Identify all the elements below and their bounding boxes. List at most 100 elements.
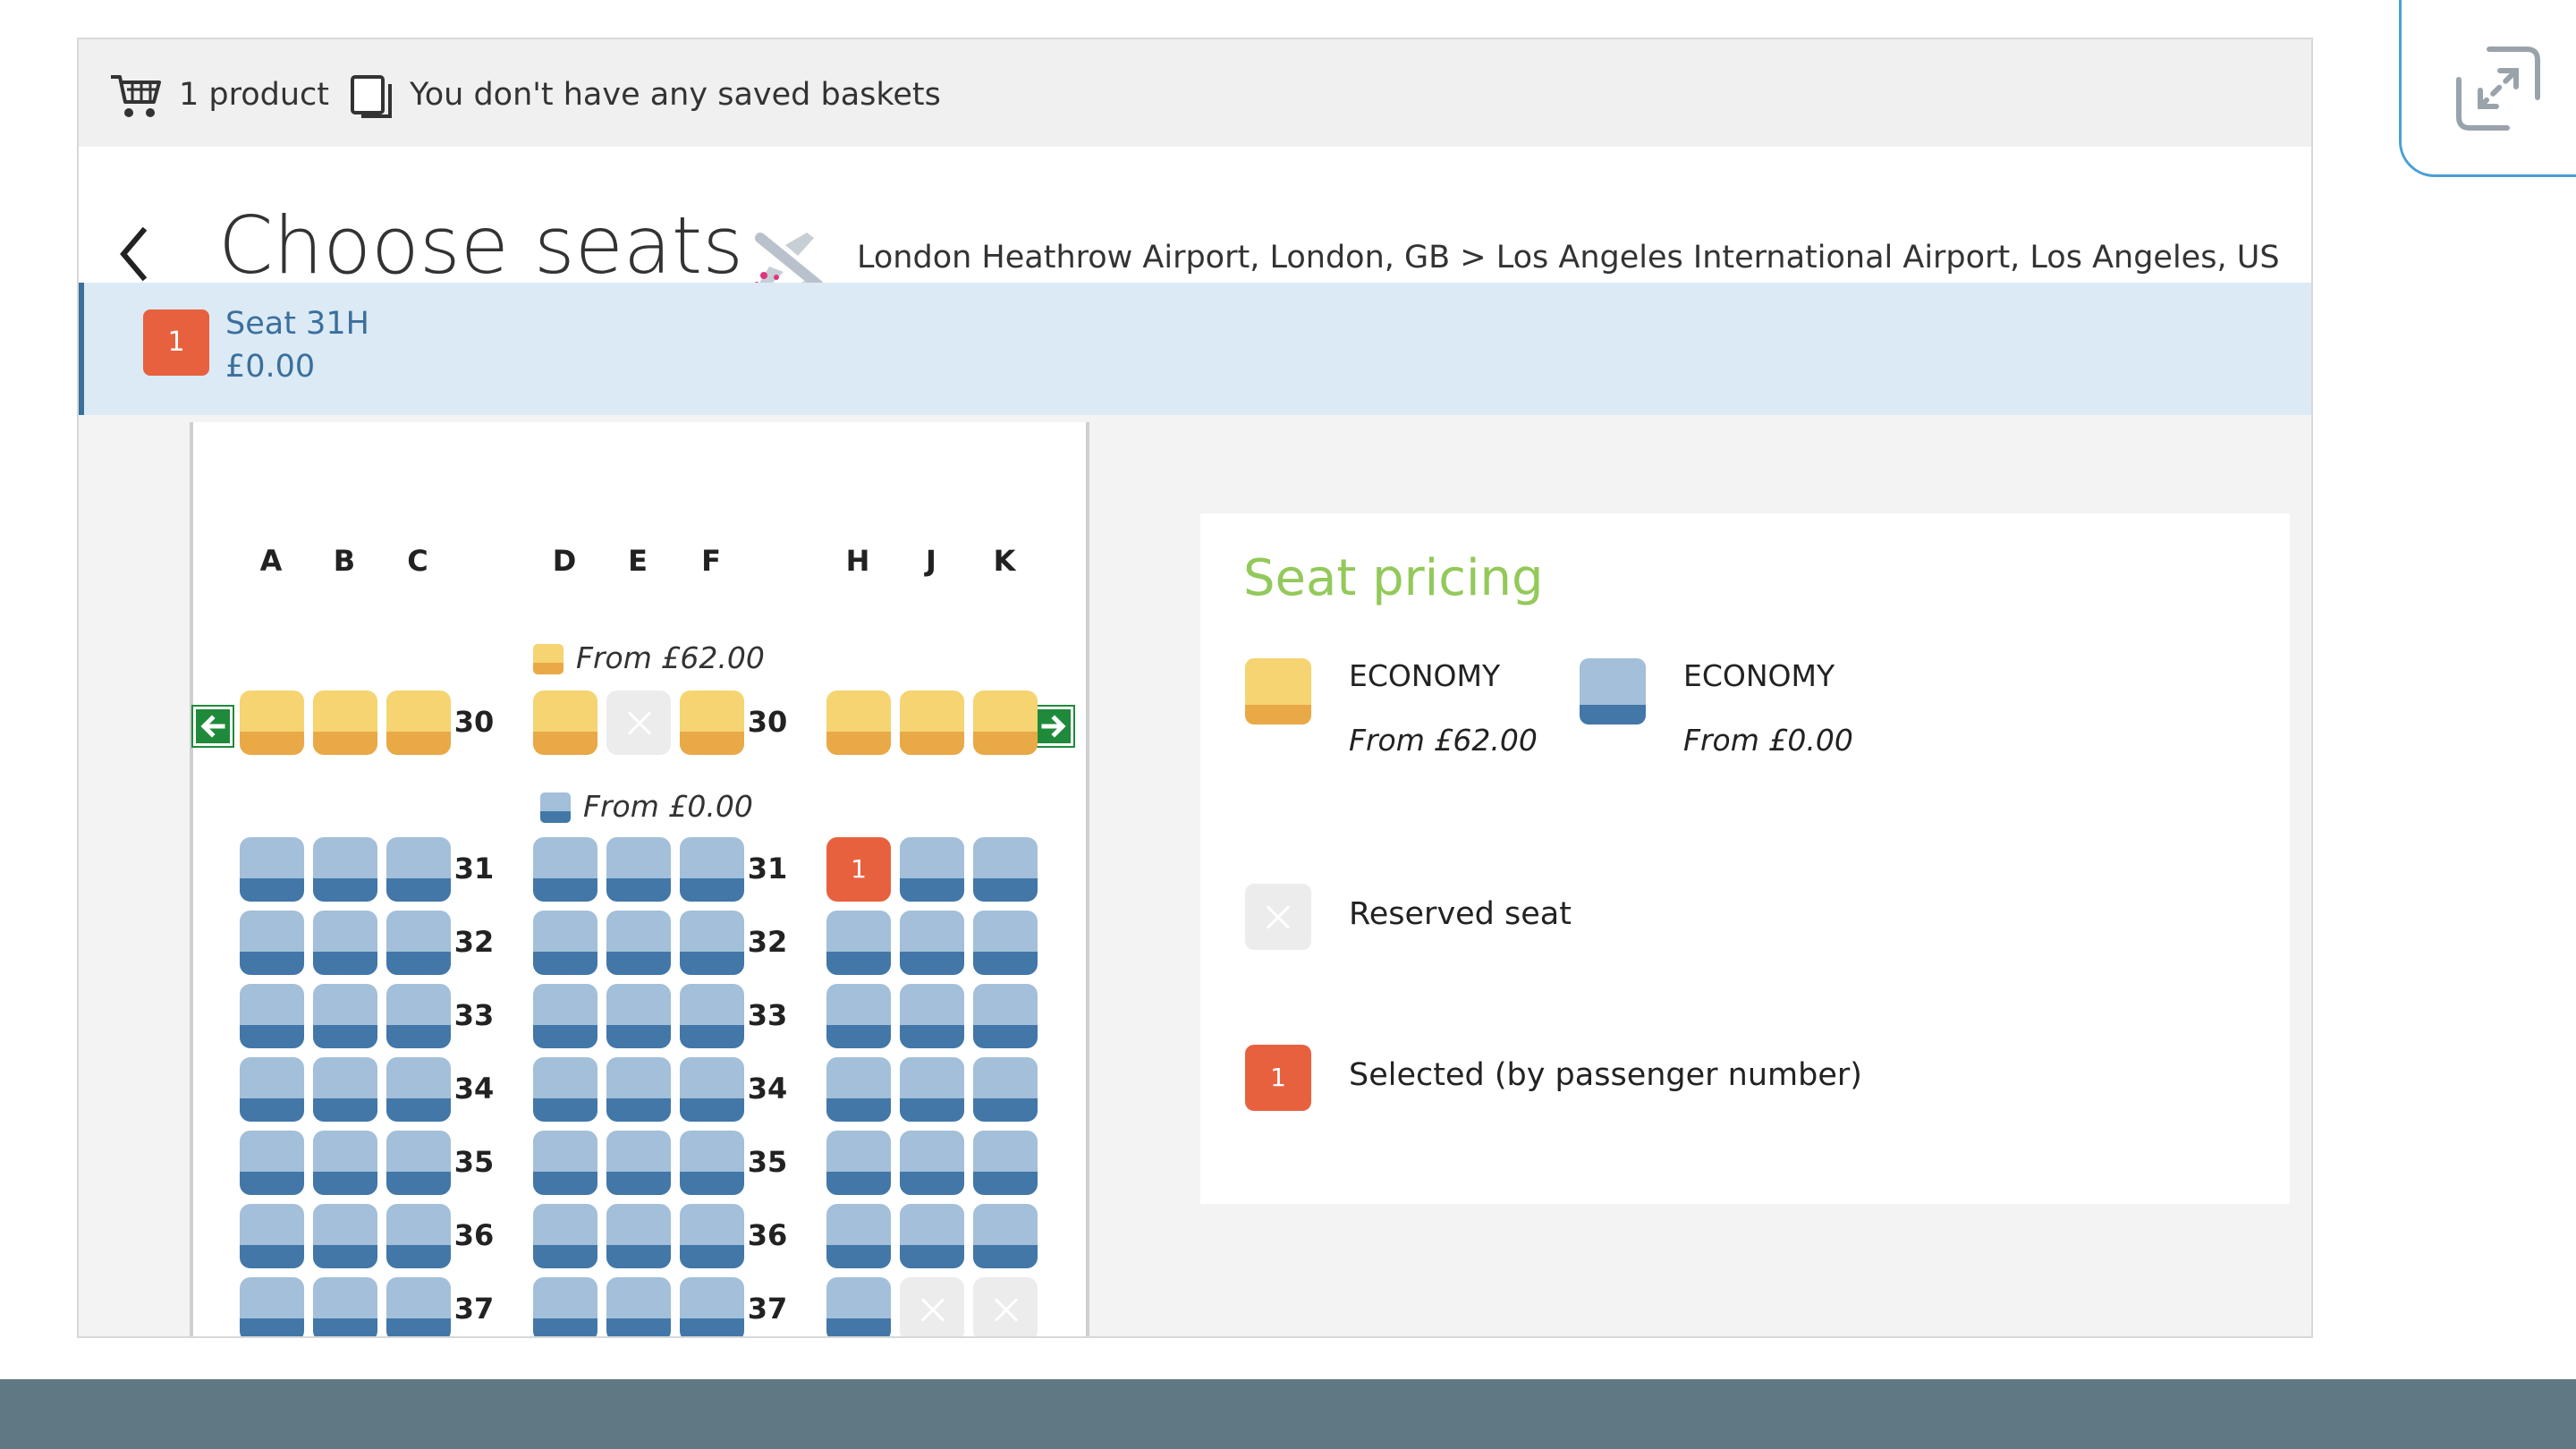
reserved-legend-label: Reserved seat <box>1349 896 1572 932</box>
seat-32E[interactable] <box>606 911 671 975</box>
seat-33J[interactable] <box>900 984 964 1048</box>
seat-35F[interactable] <box>680 1131 744 1195</box>
seat-35C[interactable] <box>386 1131 451 1195</box>
seat-37D[interactable] <box>533 1277 597 1336</box>
seat-34F[interactable] <box>680 1057 744 1122</box>
saved-baskets-link[interactable]: You don't have any saved baskets <box>410 75 941 114</box>
seat-36C[interactable] <box>386 1204 451 1268</box>
seat-31F[interactable] <box>680 837 744 902</box>
seat-31B[interactable] <box>313 837 377 902</box>
seat-33K[interactable] <box>973 984 1038 1048</box>
column-letter: F <box>701 544 721 578</box>
saved-baskets-icon[interactable] <box>349 73 395 120</box>
row-number: 31 <box>747 852 788 886</box>
seat-34D[interactable] <box>533 1057 597 1122</box>
seat-37K <box>973 1277 1038 1336</box>
seat-33E[interactable] <box>606 984 671 1048</box>
seat-36E[interactable] <box>606 1204 671 1268</box>
seat-34J[interactable] <box>900 1057 964 1122</box>
passenger-number-badge: 1 <box>143 309 209 376</box>
seat-32B[interactable] <box>313 911 377 975</box>
expand-button[interactable] <box>2399 0 2576 177</box>
seat-32F[interactable] <box>680 911 744 975</box>
passenger-selection[interactable]: 1 Seat 31H £0.00 <box>79 283 2311 415</box>
seat-35J[interactable] <box>900 1131 964 1195</box>
seat-37A[interactable] <box>240 1277 304 1336</box>
seat-30D[interactable] <box>533 691 597 755</box>
passenger-seat: Seat 31H <box>225 306 369 342</box>
seat-32J[interactable] <box>900 911 964 975</box>
row-number: 35 <box>747 1145 788 1179</box>
seat-30J[interactable] <box>900 691 964 755</box>
seat-30C[interactable] <box>386 691 451 755</box>
seat-33F[interactable] <box>680 984 744 1048</box>
seat-35A[interactable] <box>240 1131 304 1195</box>
seat-33H[interactable] <box>826 984 891 1048</box>
seat-37F[interactable] <box>680 1277 744 1336</box>
seat-34H[interactable] <box>826 1057 891 1122</box>
row-number: 32 <box>747 925 788 959</box>
seat-30H[interactable] <box>826 691 891 755</box>
seat-37H[interactable] <box>826 1277 891 1336</box>
seat-36H[interactable] <box>826 1204 891 1268</box>
seat-35E[interactable] <box>606 1131 671 1195</box>
seat-30F[interactable] <box>680 691 744 755</box>
exit-arrow-left-icon <box>193 707 233 746</box>
seat-31D[interactable] <box>533 837 597 902</box>
column-letter: D <box>552 544 577 578</box>
seat-32C[interactable] <box>386 911 451 975</box>
seat-34A[interactable] <box>240 1057 304 1122</box>
seat-34E[interactable] <box>606 1057 671 1122</box>
column-letter: K <box>993 544 1016 578</box>
seat-33A[interactable] <box>240 984 304 1048</box>
row-number: 30 <box>453 705 495 739</box>
seat-36K[interactable] <box>973 1204 1038 1268</box>
seat-36F[interactable] <box>680 1204 744 1268</box>
bottom-bar <box>0 1379 2576 1449</box>
seat-30A[interactable] <box>240 691 304 755</box>
seat-37C[interactable] <box>386 1277 451 1336</box>
seat-30K[interactable] <box>973 691 1038 755</box>
seat-34K[interactable] <box>973 1057 1038 1122</box>
seat-31E[interactable] <box>606 837 671 902</box>
seat-32H[interactable] <box>826 911 891 975</box>
premium-price-swatch <box>533 644 564 674</box>
seat-31A[interactable] <box>240 837 304 902</box>
standard-legend-swatch <box>1580 658 1646 724</box>
seat-36J[interactable] <box>900 1204 964 1268</box>
seat-32A[interactable] <box>240 911 304 975</box>
seat-30B[interactable] <box>313 691 377 755</box>
seat-map: A B C D E F H J K From £62.00 From £0.00… <box>190 422 1089 1336</box>
seat-32K[interactable] <box>973 911 1038 975</box>
column-letter: A <box>259 544 283 578</box>
seat-33B[interactable] <box>313 984 377 1048</box>
seat-35D[interactable] <box>533 1131 597 1195</box>
premium-price-label: From £62.00 <box>576 640 765 675</box>
column-letter: E <box>628 544 648 578</box>
seat-37B[interactable] <box>313 1277 377 1336</box>
chevron-left-icon[interactable] <box>106 218 159 290</box>
shopping-cart-icon[interactable] <box>109 72 163 120</box>
page-title: Choose seats <box>218 199 744 292</box>
seat-35K[interactable] <box>973 1131 1038 1195</box>
standard-price-swatch <box>540 792 571 823</box>
seat-36D[interactable] <box>533 1204 597 1268</box>
seat-31J[interactable] <box>900 837 964 902</box>
seat-35H[interactable] <box>826 1131 891 1195</box>
seat-31K[interactable] <box>973 837 1038 902</box>
seat-36A[interactable] <box>240 1204 304 1268</box>
expand-diagonal-icon <box>2456 47 2540 131</box>
row-number: 32 <box>453 925 495 959</box>
seat-32D[interactable] <box>533 911 597 975</box>
premium-legend-price: From £62.00 <box>1349 723 1538 758</box>
seat-31H[interactable]: 1 <box>826 837 891 902</box>
product-count[interactable]: 1 product <box>179 75 329 114</box>
seat-36B[interactable] <box>313 1204 377 1268</box>
seat-37E[interactable] <box>606 1277 671 1336</box>
seat-34B[interactable] <box>313 1057 377 1122</box>
seat-34C[interactable] <box>386 1057 451 1122</box>
seat-31C[interactable] <box>386 837 451 902</box>
seat-33D[interactable] <box>533 984 597 1048</box>
seat-35B[interactable] <box>313 1131 377 1195</box>
seat-33C[interactable] <box>386 984 451 1048</box>
